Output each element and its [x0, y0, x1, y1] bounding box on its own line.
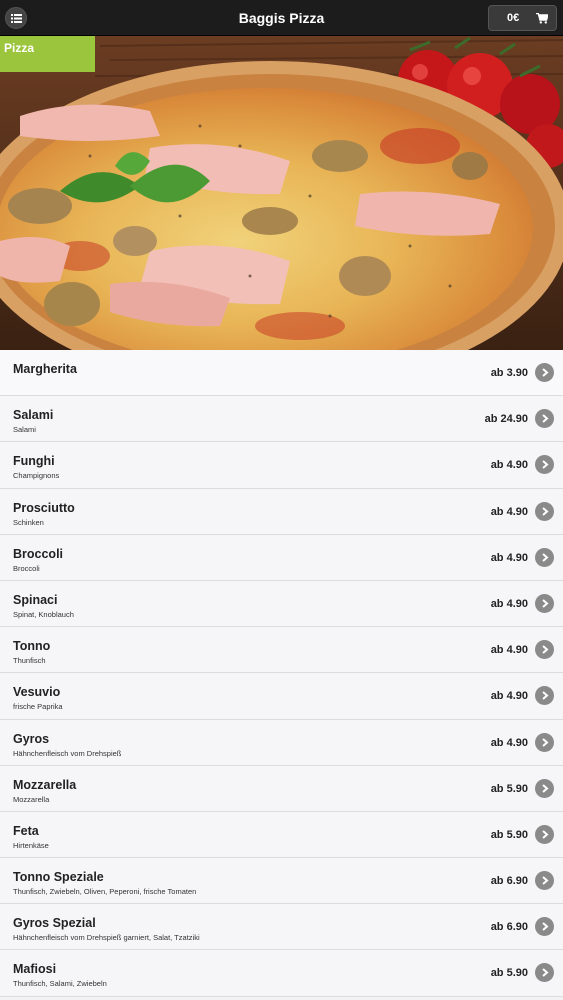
chevron-right-icon[interactable]	[535, 501, 554, 521]
item-description: Salami	[13, 425, 36, 435]
item-name: Tonno Speziale	[13, 870, 104, 885]
page-title: Baggis Pizza	[238, 10, 325, 26]
chevron-right-icon[interactable]	[535, 547, 554, 567]
item-name: Mafiosi	[13, 962, 57, 977]
menu-item[interactable]: Salami Salami ab 24.90	[0, 396, 563, 443]
item-price: ab 6.90	[490, 921, 528, 934]
chevron-right-icon[interactable]	[535, 824, 554, 844]
category-label: Pizza	[0, 36, 95, 72]
menu-item[interactable]: Broccoli Broccoli ab 4.90	[0, 534, 563, 581]
chevron-right-icon[interactable]	[535, 963, 554, 983]
item-description: Schinken	[13, 517, 44, 527]
item-price: ab 24.90	[484, 413, 528, 426]
chevron-right-icon[interactable]	[535, 455, 554, 475]
item-price: ab 6.90	[490, 875, 528, 888]
item-name: Feta	[13, 823, 39, 838]
menu-item[interactable]: Gyros Spezial Hähnchenfleisch vom Drehsp…	[0, 904, 563, 951]
menu-item[interactable]: Feta Hirtenkäse ab 5.90	[0, 811, 563, 859]
chevron-right-icon[interactable]	[535, 640, 554, 660]
item-description: frische Paprika	[13, 702, 63, 712]
menu-item[interactable]: Prosciutto Schinken ab 4.90	[0, 488, 563, 535]
menu-item[interactable]: Margherita ab 3.90	[0, 350, 563, 397]
item-description: Thunfisch	[13, 656, 46, 666]
item-description: Thunfisch, Zwiebeln, Oliven, Peperoni, f…	[13, 887, 197, 897]
chevron-right-icon[interactable]	[535, 686, 554, 706]
chevron-right-icon[interactable]	[535, 917, 554, 937]
item-name: Broccoli	[13, 546, 64, 561]
item-name: Margherita	[13, 362, 77, 376]
menu-item[interactable]: Vesuvio frische Paprika ab 4.90	[0, 673, 563, 720]
item-price: ab 4.90	[490, 505, 528, 518]
item-description: Broccoli	[13, 563, 40, 573]
item-description: Hähnchenfleisch vom Drehspieß garniert, …	[13, 933, 200, 943]
chevron-right-icon[interactable]	[535, 593, 554, 613]
item-name: Gyros	[13, 731, 50, 746]
item-price: ab 4.90	[490, 644, 528, 657]
chevron-right-icon[interactable]	[535, 409, 554, 429]
item-price: ab 4.90	[490, 736, 528, 749]
item-price: ab 4.90	[490, 597, 528, 610]
item-description: Mozzarella	[13, 794, 50, 804]
menu-item[interactable]: Gyros Hähnchenfleisch vom Drehspieß ab 4…	[0, 719, 563, 766]
menu-item[interactable]: Mafiosi Thunfisch, Salami, Zwiebeln ab 5…	[0, 950, 563, 997]
menu-item[interactable]: Spinaci Spinat, Knoblauch ab 4.90	[0, 580, 563, 628]
item-price: ab 5.90	[490, 828, 528, 841]
item-name: Funghi	[13, 454, 55, 469]
menu-item[interactable]: Tonno Speziale Thunfisch, Zwiebeln, Oliv…	[0, 858, 563, 905]
item-name: Spinaci	[13, 592, 58, 607]
item-price: ab 4.90	[490, 551, 528, 564]
app-header: Baggis Pizza 0€	[0, 0, 563, 36]
menu-item[interactable]: Mozzarella Mozzarella ab 5.90	[0, 765, 563, 812]
item-name: Gyros Spezial	[13, 916, 96, 931]
item-description: Hirtenkäse	[13, 840, 49, 850]
cart-total: 0€	[507, 12, 520, 24]
pizza-image	[0, 36, 563, 350]
category-hero-image: Pizza	[0, 36, 563, 350]
chevron-right-icon[interactable]	[535, 732, 554, 752]
item-name: Mozzarella	[13, 777, 77, 792]
chevron-right-icon[interactable]	[535, 363, 554, 382]
item-name: Salami	[13, 408, 54, 423]
item-description: Thunfisch, Salami, Zwiebeln	[13, 979, 107, 989]
item-name: Tonno	[13, 639, 51, 654]
item-name: Prosciutto	[13, 500, 75, 515]
menu-item[interactable]: Funghi Champignons ab 4.90	[0, 442, 563, 489]
chevron-right-icon[interactable]	[535, 871, 554, 891]
item-description: Champignons	[13, 471, 60, 481]
cart-icon	[536, 12, 548, 24]
item-price: ab 4.90	[490, 690, 528, 703]
item-price: ab 5.90	[490, 967, 528, 980]
item-name: Vesuvio	[13, 685, 61, 700]
menu-item[interactable]: Tonno Thunfisch ab 4.90	[0, 627, 563, 674]
item-description: Hähnchenfleisch vom Drehspieß	[13, 748, 122, 758]
item-price: ab 4.90	[490, 459, 528, 472]
item-price: ab 3.90	[490, 367, 528, 379]
menu-item-list: Margherita ab 3.90 Salami Salami ab 24.9…	[0, 350, 563, 997]
item-description: Spinat, Knoblauch	[13, 609, 74, 619]
cart-button[interactable]: 0€	[488, 5, 557, 31]
chevron-right-icon[interactable]	[535, 778, 554, 798]
item-price: ab 5.90	[490, 782, 528, 795]
